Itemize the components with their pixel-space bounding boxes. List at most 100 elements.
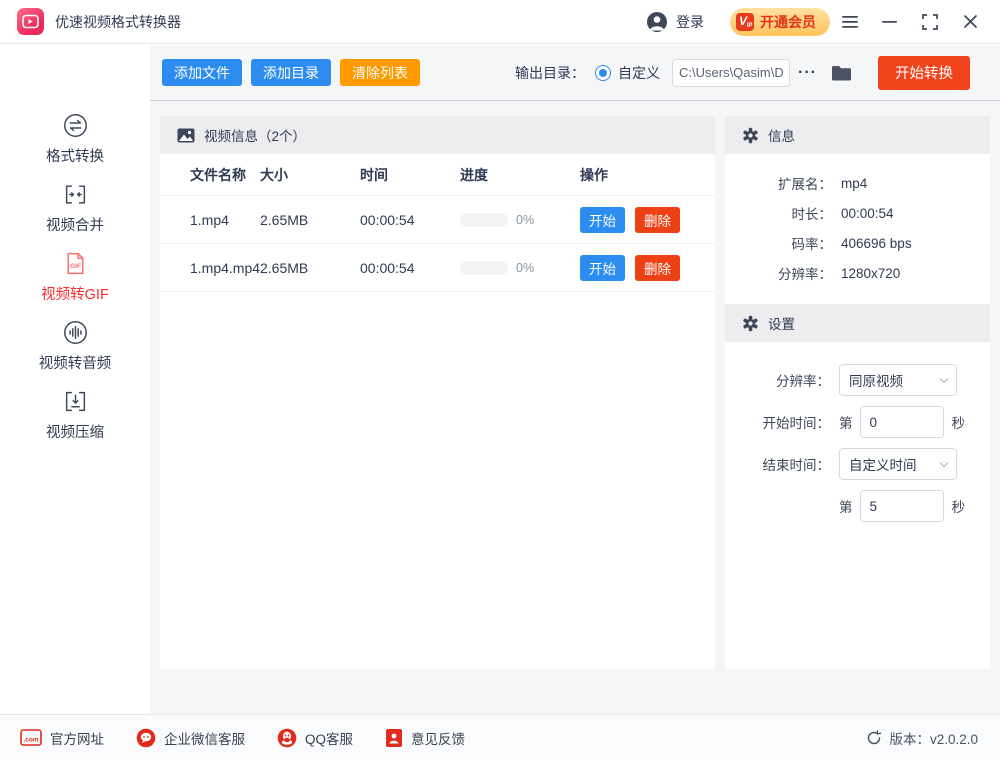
cell-time: 00:00:54 bbox=[360, 212, 460, 228]
wecom-icon bbox=[136, 728, 156, 748]
sidebar-item-video-to-gif[interactable]: GIF 视频转GIF bbox=[0, 243, 150, 312]
close-button[interactable] bbox=[950, 0, 990, 44]
field-value: mp4 bbox=[841, 176, 867, 191]
browse-more-button[interactable]: ··· bbox=[798, 64, 817, 82]
vip-icon: V IP bbox=[736, 13, 754, 31]
field-label: 分辨率： bbox=[725, 263, 832, 283]
row-delete-button[interactable]: 删除 bbox=[635, 255, 680, 281]
table-row: 1.mp4 2.65MB 00:00:54 0% 开始 删除 bbox=[160, 196, 715, 244]
progress-bar bbox=[460, 261, 508, 275]
col-size: 大小 bbox=[260, 165, 360, 185]
start-prefix: 第 bbox=[839, 412, 853, 432]
row-start-button[interactable]: 开始 bbox=[580, 255, 625, 281]
col-filename: 文件名称 bbox=[160, 165, 260, 185]
end-time-value-setting: 第 秒 bbox=[725, 485, 990, 527]
add-dir-button[interactable]: 添加目录 bbox=[251, 59, 331, 86]
sidebar-item-video-merge[interactable]: 视频合并 bbox=[0, 174, 150, 243]
field-label: 码率： bbox=[725, 233, 832, 253]
progress-bar bbox=[460, 213, 508, 227]
sidebar-item-label: 视频转GIF bbox=[41, 283, 109, 304]
qq-icon bbox=[277, 728, 297, 748]
feedback-link[interactable]: 意见反馈 bbox=[385, 728, 465, 748]
version-text: 版本：v2.0.2.0 bbox=[889, 728, 978, 748]
start-time-setting: 开始时间： 第 秒 bbox=[725, 401, 990, 443]
wecom-support-link[interactable]: 企业微信客服 bbox=[136, 728, 245, 748]
field-value: 00:00:54 bbox=[841, 206, 894, 221]
video-merge-icon bbox=[63, 182, 88, 207]
progress-text: 0% bbox=[516, 213, 534, 227]
info-field: 码率： 406696 bps bbox=[725, 228, 990, 258]
sidebar-item-label: 格式转换 bbox=[46, 145, 104, 166]
version-info: 版本：v2.0.2.0 bbox=[866, 728, 978, 748]
cell-size: 2.65MB bbox=[260, 260, 360, 276]
end-time-setting: 结束时间： 自定义时间 bbox=[725, 443, 990, 485]
end-suffix: 秒 bbox=[952, 496, 966, 516]
app-title: 优速视频格式转换器 bbox=[55, 12, 181, 32]
footer-link-label: 企业微信客服 bbox=[164, 728, 245, 748]
open-folder-button[interactable] bbox=[831, 64, 852, 82]
start-time-input[interactable] bbox=[860, 406, 944, 438]
row-delete-button[interactable]: 删除 bbox=[635, 207, 680, 233]
row-start-button[interactable]: 开始 bbox=[580, 207, 625, 233]
custom-dir-radio[interactable] bbox=[595, 65, 611, 81]
end-time-mode-select[interactable]: 自定义时间 bbox=[839, 448, 957, 480]
end-prefix: 第 bbox=[839, 496, 853, 516]
login-button[interactable]: 登录 bbox=[646, 11, 704, 33]
hamburger-icon bbox=[841, 15, 859, 29]
sidebar: 格式转换 视频合并 GIF 视频转GIF 视频转音频 视频压缩 bbox=[0, 45, 150, 714]
table-row: 1.mp4.mp4 2.65MB 00:00:54 0% 开始 删除 bbox=[160, 244, 715, 292]
field-label: 时长： bbox=[725, 203, 832, 223]
gif-icon: GIF bbox=[63, 251, 88, 276]
maximize-button[interactable] bbox=[910, 0, 950, 44]
progress-text: 0% bbox=[516, 261, 534, 275]
sidebar-item-format-convert[interactable]: 格式转换 bbox=[0, 105, 150, 174]
resolution-select[interactable]: 同原视频 bbox=[839, 364, 957, 396]
setting-label: 开始时间： bbox=[725, 412, 830, 432]
clear-list-button[interactable]: 清除列表 bbox=[340, 59, 420, 86]
footer-link-label: QQ客服 bbox=[305, 728, 353, 748]
minimize-button[interactable] bbox=[870, 0, 910, 44]
close-icon bbox=[963, 14, 978, 29]
gear-icon bbox=[742, 315, 759, 332]
field-value: 1280x720 bbox=[841, 266, 900, 281]
settings-panel-title: 设置 bbox=[768, 313, 795, 333]
toolbar: 添加文件 添加目录 清除列表 输出目录： 自定义 ··· 开始转换 bbox=[150, 45, 1000, 101]
output-path-input[interactable] bbox=[672, 59, 790, 87]
footer-link-label: 官方网址 bbox=[50, 728, 104, 748]
settings-panel-header: 设置 bbox=[725, 304, 990, 342]
start-convert-button[interactable]: 开始转换 bbox=[878, 56, 970, 90]
cell-time: 00:00:54 bbox=[360, 260, 460, 276]
maximize-icon bbox=[922, 14, 938, 30]
setting-label: 分辨率： bbox=[725, 370, 830, 390]
field-label: 扩展名： bbox=[725, 173, 832, 193]
official-site-link[interactable]: .com 官方网址 bbox=[20, 728, 104, 748]
custom-dir-label[interactable]: 自定义 bbox=[618, 63, 660, 83]
menu-button[interactable] bbox=[830, 0, 870, 44]
refresh-icon[interactable] bbox=[866, 730, 882, 746]
info-settings-panel: 信息 扩展名： mp4 时长： 00:00:54 码率： 406696 bps … bbox=[725, 116, 990, 669]
add-file-button[interactable]: 添加文件 bbox=[162, 59, 242, 86]
col-time: 时间 bbox=[360, 165, 460, 185]
main-content: 添加文件 添加目录 清除列表 输出目录： 自定义 ··· 开始转换 视频信息（2… bbox=[150, 45, 1000, 714]
folder-icon bbox=[831, 64, 852, 82]
file-panel-title: 视频信息（2个） bbox=[204, 125, 306, 145]
info-panel-header: 信息 bbox=[725, 116, 990, 154]
cell-size: 2.65MB bbox=[260, 212, 360, 228]
sidebar-item-label: 视频转音频 bbox=[39, 352, 112, 373]
titlebar: 优速视频格式转换器 登录 V IP 开通会员 bbox=[0, 0, 1000, 44]
footer: .com 官方网址 企业微信客服 QQ客服 意见反馈 bbox=[0, 714, 1000, 760]
sidebar-item-label: 视频压缩 bbox=[46, 421, 104, 442]
gear-icon bbox=[742, 127, 759, 144]
video-info-icon bbox=[177, 128, 195, 143]
qq-support-link[interactable]: QQ客服 bbox=[277, 728, 353, 748]
user-avatar-icon bbox=[646, 11, 668, 33]
info-field: 时长： 00:00:54 bbox=[725, 198, 990, 228]
sidebar-item-video-compress[interactable]: 视频压缩 bbox=[0, 381, 150, 450]
setting-label: 结束时间： bbox=[725, 454, 830, 474]
open-vip-button[interactable]: V IP 开通会员 bbox=[730, 8, 830, 36]
settings-fields: 分辨率： 同原视频 开始时间： 第 秒 结束时间： 自定义时间 bbox=[725, 342, 990, 527]
sidebar-item-video-to-audio[interactable]: 视频转音频 bbox=[0, 312, 150, 381]
info-field: 分辨率： 1280x720 bbox=[725, 258, 990, 288]
col-progress: 进度 bbox=[460, 165, 580, 185]
end-time-input[interactable] bbox=[860, 490, 944, 522]
